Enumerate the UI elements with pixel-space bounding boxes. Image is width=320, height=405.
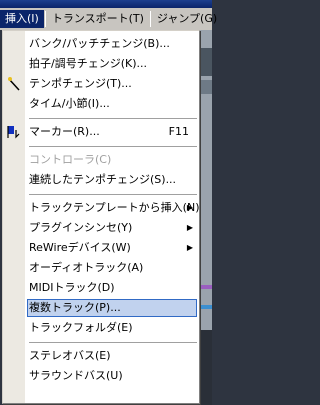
menu-item-label: バンク/パッチチェンジ(B)... [29,37,170,50]
menu-item-track-folder[interactable]: トラックフォルダ(E) [3,318,199,338]
menu-insert[interactable]: 挿入(I) [0,10,44,28]
menu-item-bank-patch-change[interactable]: バンク/パッチチェンジ(B)... [3,34,199,54]
tempo-wand-icon [8,77,20,91]
menu-item-time-measure[interactable]: タイム/小節(I)... [3,94,199,114]
menubar-separator [149,11,151,27]
menu-item-controller: コントローラ(C) [3,150,199,170]
menu-item-label: タイム/小節(I)... [29,97,110,110]
marker-flag-icon [7,126,20,139]
menu-bar: 挿入(I) トランスポート(T) ジャンプ(G) [0,8,217,30]
menu-item-label: ステレオバス(E) [29,349,111,362]
menu-separator [3,190,199,198]
menu-item-insert-track-template[interactable]: トラックテンプレートから挿入(N) ▶ [3,198,199,218]
menu-item-continuous-tempo[interactable]: 連続したテンポチェンジ(S)... [3,170,199,190]
menu-item-label: マーカー(R)... [29,125,100,138]
menu-item-label: オーディオトラック(A) [29,261,144,274]
menu-jump[interactable]: ジャンプ(G) [152,10,222,28]
menu-item-label: ReWireデバイス(W) [29,241,131,254]
menu-item-multiple-tracks[interactable]: 複数トラック(P)... [3,298,199,318]
menu-item-midi-track[interactable]: MIDIトラック(D) [3,278,199,298]
menu-item-time-signature-change[interactable]: 拍子/調号チェンジ(K)... [3,54,199,74]
menu-item-label: 複数トラック(P)... [29,301,121,314]
menu-item-label: サラウンドバス(U) [29,369,123,382]
menu-item-plugin-synth[interactable]: プラグインシンセ(Y) ▶ [3,218,199,238]
menu-separator [3,114,199,122]
menu-item-audio-track[interactable]: オーディオトラック(A) [3,258,199,278]
menu-item-tempo-change[interactable]: テンポチェンジ(T)... [3,74,199,94]
menu-transport[interactable]: トランスポート(T) [47,10,149,28]
menu-item-label: テンポチェンジ(T)... [29,77,132,90]
menu-item-label: プラグインシンセ(Y) [29,221,133,234]
title-bar [0,0,212,8]
insert-menu-dropdown: バンク/パッチチェンジ(B)... 拍子/調号チェンジ(K)... テンポチェン… [2,30,200,404]
menu-item-label: コントローラ(C) [29,153,112,166]
menu-item-marker[interactable]: マーカー(R)... F11 [3,122,199,142]
submenu-arrow-icon: ▶ [186,243,193,252]
menu-item-label: 拍子/調号チェンジ(K)... [29,57,147,70]
menu-item-label: トラックテンプレートから挿入(N) [29,201,200,214]
menu-separator [3,142,199,150]
menu-item-label: MIDIトラック(D) [29,281,115,294]
menubar-separator [44,11,46,27]
submenu-arrow-icon: ▶ [186,203,193,212]
menu-item-rewire-device[interactable]: ReWireデバイス(W) ▶ [3,238,199,258]
submenu-arrow-icon: ▶ [186,223,193,232]
shortcut-label: F11 [168,125,189,138]
menu-item-stereo-bus[interactable]: ステレオバス(E) [3,346,199,366]
menu-item-label: トラックフォルダ(E) [29,321,133,334]
menu-item-label: 連続したテンポチェンジ(S)... [29,173,177,186]
menu-separator [3,338,199,346]
menu-item-surround-bus[interactable]: サラウンドバス(U) [3,366,199,386]
